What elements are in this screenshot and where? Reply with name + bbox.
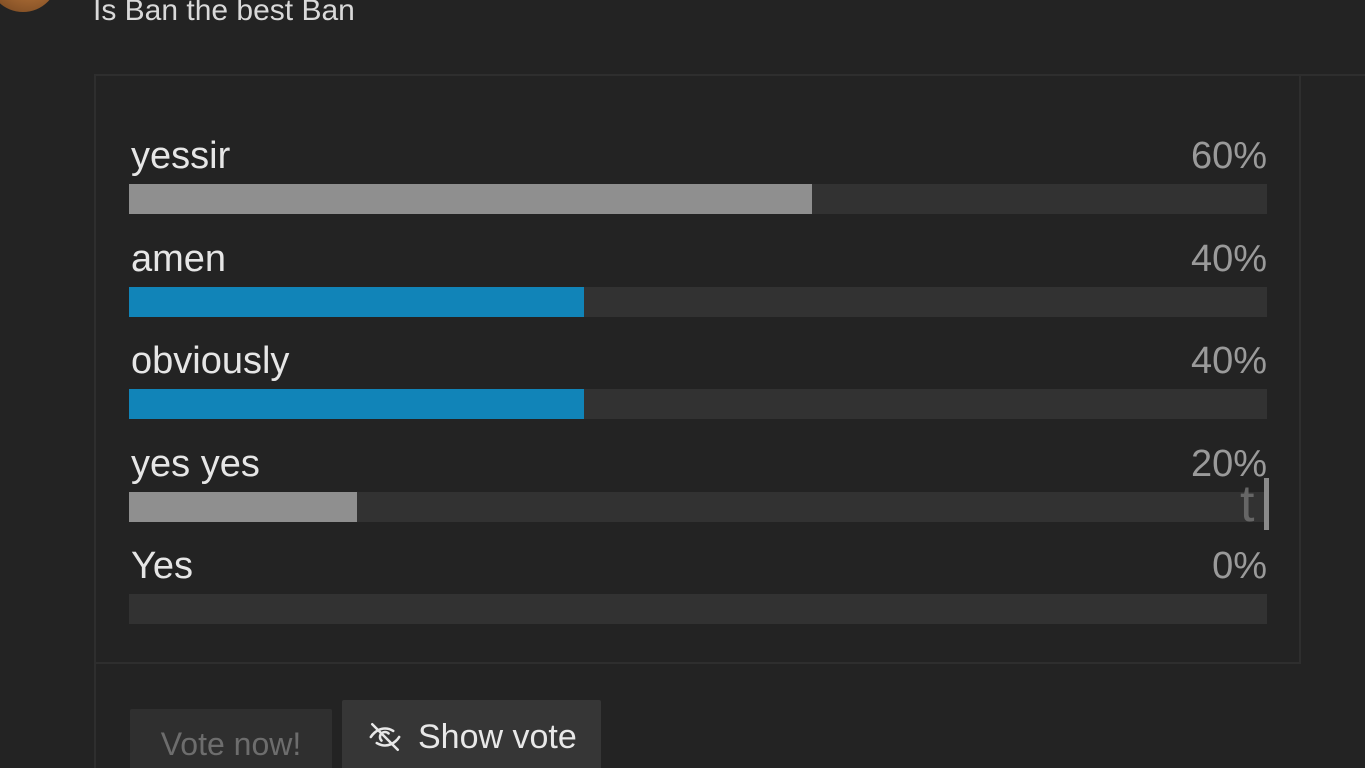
poll-results-panel: yessir 60% amen 40% obviously 40% yes ye… — [96, 76, 1301, 664]
vote-now-button[interactable]: Vote now! — [130, 709, 332, 768]
poll-option: obviously 40% — [129, 339, 1267, 442]
show-vote-label: Show vote — [418, 717, 577, 756]
poll-option-label: amen — [131, 237, 227, 280]
avatar[interactable] — [0, 0, 58, 12]
show-vote-button[interactable]: Show vote — [342, 700, 601, 768]
poll-option-label: obviously — [131, 340, 290, 382]
poll-option-bar-fill — [129, 389, 585, 419]
poll-option-bar-track — [129, 286, 1267, 317]
poll-option: yessir 60% — [129, 134, 1267, 237]
poll-option-percent: 60% — [1190, 135, 1267, 177]
poll-option-bar-track — [129, 594, 1267, 624]
poll-option-percent: 40% — [1190, 237, 1267, 280]
poll-option-label: yessir — [131, 135, 231, 177]
poll-container: yessir 60% amen 40% obviously 40% yes ye… — [94, 74, 1365, 768]
eye-slash-icon — [369, 722, 401, 752]
poll-option-bar-track — [129, 184, 1267, 214]
text-cursor — [1264, 478, 1269, 530]
poll-option-percent: 40% — [1190, 340, 1267, 382]
side-panel-text: t — [1240, 475, 1255, 533]
poll-option-bar-fill — [129, 286, 585, 317]
poll-option-label: yes yes — [131, 442, 260, 485]
poll-option-bar-fill — [129, 184, 812, 214]
poll-option: amen 40% — [129, 237, 1267, 340]
poll-option-bar-track — [129, 491, 1267, 522]
poll-option: Yes 0% — [129, 544, 1267, 647]
poll-option-percent: 0% — [1212, 545, 1267, 587]
poll-option-label: Yes — [131, 545, 193, 587]
poll-question: Is Ban the best Ban — [93, 0, 355, 27]
poll-option-bar-track — [129, 389, 1267, 419]
poll-option-percent: 20% — [1190, 442, 1267, 485]
poll-options-list: yessir 60% amen 40% obviously 40% yes ye… — [129, 134, 1267, 647]
poll-page: Is Ban the best Ban yessir 60% amen 40% — [0, 0, 1365, 768]
poll-option-bar-fill — [129, 491, 357, 522]
poll-option: yes yes 20% — [129, 442, 1267, 545]
